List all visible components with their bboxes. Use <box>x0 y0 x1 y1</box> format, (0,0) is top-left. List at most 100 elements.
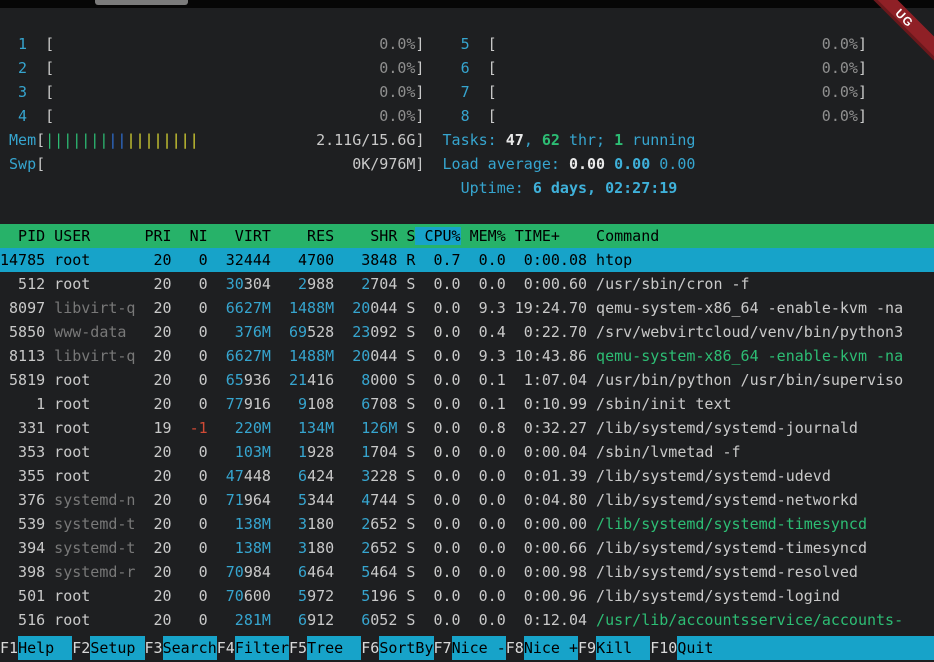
process-row[interactable]: 1 root 20 0 77916 9108 6708 S 0.0 0.1 0:… <box>0 392 934 416</box>
cell-shr-low: 704 <box>370 443 397 461</box>
fn-f7-nice[interactable]: F7Nice - <box>434 636 506 660</box>
fn-f5-tree[interactable]: F5Tree <box>289 636 361 660</box>
mem-ticks-yellow: |||||||| <box>126 131 198 149</box>
cell-state: S <box>397 539 415 557</box>
status-segment: 0.00 <box>659 155 695 173</box>
cell-shr-low: 848 <box>370 251 397 269</box>
column-header-s[interactable]: S <box>397 227 415 245</box>
mem-ticks-blue: || <box>108 131 126 149</box>
cell-state: S <box>397 491 415 509</box>
process-row[interactable]: 512 root 20 0 30304 2988 2704 S 0.0 0.0 … <box>0 272 934 296</box>
cell-pid: 331 <box>0 419 45 437</box>
cell-virt: 70 <box>208 563 244 581</box>
status-segment: 0.00 <box>569 155 614 173</box>
cpu-meter-value: 0.0% <box>54 59 415 77</box>
cell-mem: 0.1 <box>461 371 506 389</box>
fn-f6-sortby[interactable]: F6SortBy <box>361 636 433 660</box>
column-header-cmd[interactable]: Command <box>587 227 659 245</box>
process-row[interactable]: 376 systemd-n 20 0 71964 5344 4744 S 0.0… <box>0 488 934 512</box>
column-header-user[interactable]: USER <box>45 227 135 245</box>
cell-virt: 65 <box>208 371 244 389</box>
cell-shr: 23 <box>334 323 370 341</box>
column-header-time[interactable]: TIME+ <box>506 227 587 245</box>
swp-meter-label: Swp <box>0 155 36 173</box>
cell-mem: 0.0 <box>461 251 506 269</box>
cell-res-low: 528 <box>307 323 334 341</box>
cell-pri: 19 <box>135 419 171 437</box>
top-bar-handle <box>95 0 188 5</box>
cell-res-low: 416 <box>307 371 334 389</box>
cell-virt-low: 448 <box>244 467 271 485</box>
cell-shr-low: 196 <box>370 587 397 605</box>
process-row[interactable]: 516 root 20 0 281M 6912 6052 S 0.0 0.0 0… <box>0 608 934 632</box>
column-header-pid[interactable]: PID <box>0 227 45 245</box>
cell-virt: 70 <box>208 587 244 605</box>
mem-meter-value: 2.11G/15.6G <box>316 131 415 149</box>
cell-cpu: 0.0 <box>415 563 460 581</box>
process-row[interactable]: 539 systemd-t 20 0 138M 3180 2652 S 0.0 … <box>0 512 934 536</box>
process-row[interactable]: 398 systemd-r 20 0 70984 6464 5464 S 0.0… <box>0 560 934 584</box>
cell-mem: 0.0 <box>461 563 506 581</box>
column-header-mem[interactable]: MEM% <box>461 227 506 245</box>
top-chrome-bar <box>0 0 934 8</box>
cell-pri: 20 <box>135 467 171 485</box>
mem-ticks-green: ||||||| <box>45 131 108 149</box>
htop-terminal-screen: 1 [ 0.0%] 5 [ 0.0%] 2 [ 0.0%] 6 [ 0.0%] … <box>0 0 934 662</box>
cell-cpu: 0.0 <box>415 491 460 509</box>
cell-shr: 5 <box>334 563 370 581</box>
column-header-virt[interactable]: VIRT <box>208 227 271 245</box>
cell-command: /lib/systemd/systemd-timesyncd <box>587 539 867 557</box>
cell-shr-low: 052 <box>370 611 397 629</box>
column-header-res[interactable]: RES <box>271 227 334 245</box>
process-row[interactable]: 8097 libvirt-q 20 0 6627M 1488M 20044 S … <box>0 296 934 320</box>
cell-time: 0:32.27 <box>506 419 587 437</box>
cell-mem: 0.4 <box>461 323 506 341</box>
cell-cpu: 0.0 <box>415 395 460 413</box>
cell-shr-low: 044 <box>370 347 397 365</box>
fn-f1-help[interactable]: F1Help <box>0 636 72 660</box>
fn-action-label: SortBy <box>379 636 433 660</box>
cell-command: qemu-system-x86_64 -enable-kvm -na <box>587 347 903 365</box>
process-row[interactable]: 353 root 20 0 103M 1928 1704 S 0.0 0.0 0… <box>0 440 934 464</box>
fn-f9-kill[interactable]: F9Kill <box>578 636 650 660</box>
process-row[interactable]: 331 root 19 -1 220M 134M 126M S 0.0 0.8 … <box>0 416 934 440</box>
meter-open-bracket: [ <box>27 83 54 101</box>
cell-res-low: 180 <box>307 515 334 533</box>
process-row[interactable]: 355 root 20 0 47448 6424 3228 S 0.0 0.0 … <box>0 464 934 488</box>
cell-time: 0:00.60 <box>506 275 587 293</box>
process-row[interactable]: 394 systemd-t 20 0 138M 3180 2652 S 0.0 … <box>0 536 934 560</box>
cell-pid: 5819 <box>0 371 45 389</box>
cell-user: systemd-r <box>45 563 135 581</box>
process-row[interactable]: 8113 libvirt-q 20 0 6627M 1488M 20044 S … <box>0 344 934 368</box>
process-row[interactable]: 5850 www-data 20 0 376M 69528 23092 S 0.… <box>0 320 934 344</box>
meter-open-bracket: [ <box>470 59 497 77</box>
fn-key-label: F9 <box>578 636 596 660</box>
process-row[interactable]: 5819 root 20 0 65936 21416 8000 S 0.0 0.… <box>0 368 934 392</box>
cell-user: www-data <box>45 323 135 341</box>
cell-ni: 0 <box>172 395 208 413</box>
process-row[interactable]: 501 root 20 0 70600 5972 5196 S 0.0 0.0 … <box>0 584 934 608</box>
fn-f3-search[interactable]: F3Search <box>145 636 217 660</box>
fn-f2-setup[interactable]: F2Setup <box>72 636 144 660</box>
cell-res: 5 <box>271 587 307 605</box>
column-header-ni[interactable]: NI <box>172 227 208 245</box>
fn-f10-quit[interactable]: F10Quit <box>650 636 731 660</box>
meter-open-bracket: [ <box>36 131 45 149</box>
column-header-cpu[interactable]: CPU% <box>415 227 460 245</box>
cell-ni: 0 <box>172 275 208 293</box>
process-row[interactable]: 14785 root 20 0 32444 4700 3848 R 0.7 0.… <box>0 248 934 272</box>
fn-f4-filter[interactable]: F4Filter <box>217 636 289 660</box>
column-header-shr[interactable]: SHR <box>334 227 397 245</box>
cell-state: S <box>397 347 415 365</box>
cell-command: /lib/systemd/systemd-logind <box>587 587 840 605</box>
cell-ni: 0 <box>172 491 208 509</box>
cell-cpu: 0.0 <box>415 467 460 485</box>
cell-res: 6 <box>271 563 307 581</box>
cell-user: libvirt-q <box>45 299 135 317</box>
cell-mem: 0.0 <box>461 539 506 557</box>
cell-command: /lib/systemd/systemd-udevd <box>587 467 831 485</box>
fn-key-label: F2 <box>72 636 90 660</box>
cell-res-low: 180 <box>307 539 334 557</box>
fn-f8-nice[interactable]: F8Nice + <box>506 636 578 660</box>
column-header-pri[interactable]: PRI <box>135 227 171 245</box>
